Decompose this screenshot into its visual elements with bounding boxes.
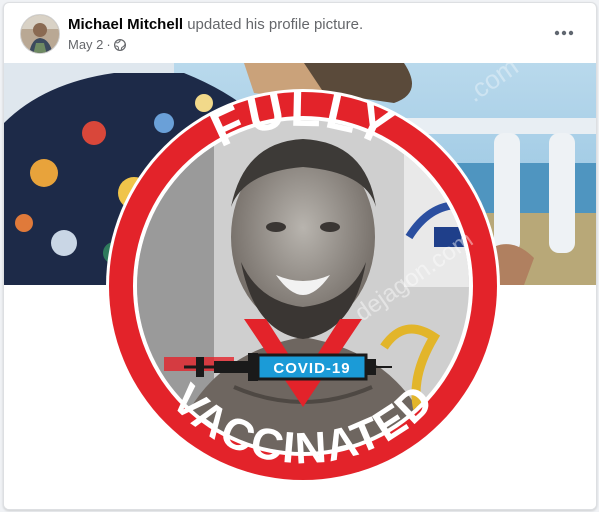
post-photo[interactable]: .com FULLY VACCINATED COVID-19 dejagon.c… — [4, 63, 596, 509]
syringe-label: COVID-19 — [273, 360, 350, 377]
author-avatar[interactable] — [20, 14, 60, 54]
post-headline: Michael Mitchell updated his profile pic… — [68, 16, 363, 33]
post-meta: May 2 · — [68, 37, 126, 52]
post-date-link[interactable]: May 2 — [68, 37, 103, 52]
post-header: Michael Mitchell updated his profile pic… — [4, 3, 596, 63]
meta-separator: · — [106, 37, 111, 52]
profile-picture[interactable]: FULLY VACCINATED COVID-19 dejagon.com — [104, 81, 502, 485]
post-action-text: updated his profile picture. — [187, 16, 364, 33]
more-options-button[interactable] — [548, 19, 580, 47]
post-card: Michael Mitchell updated his profile pic… — [3, 2, 597, 510]
more-options-icon — [554, 30, 574, 36]
author-name-link[interactable]: Michael Mitchell — [68, 16, 183, 33]
globe-icon[interactable] — [113, 38, 126, 51]
